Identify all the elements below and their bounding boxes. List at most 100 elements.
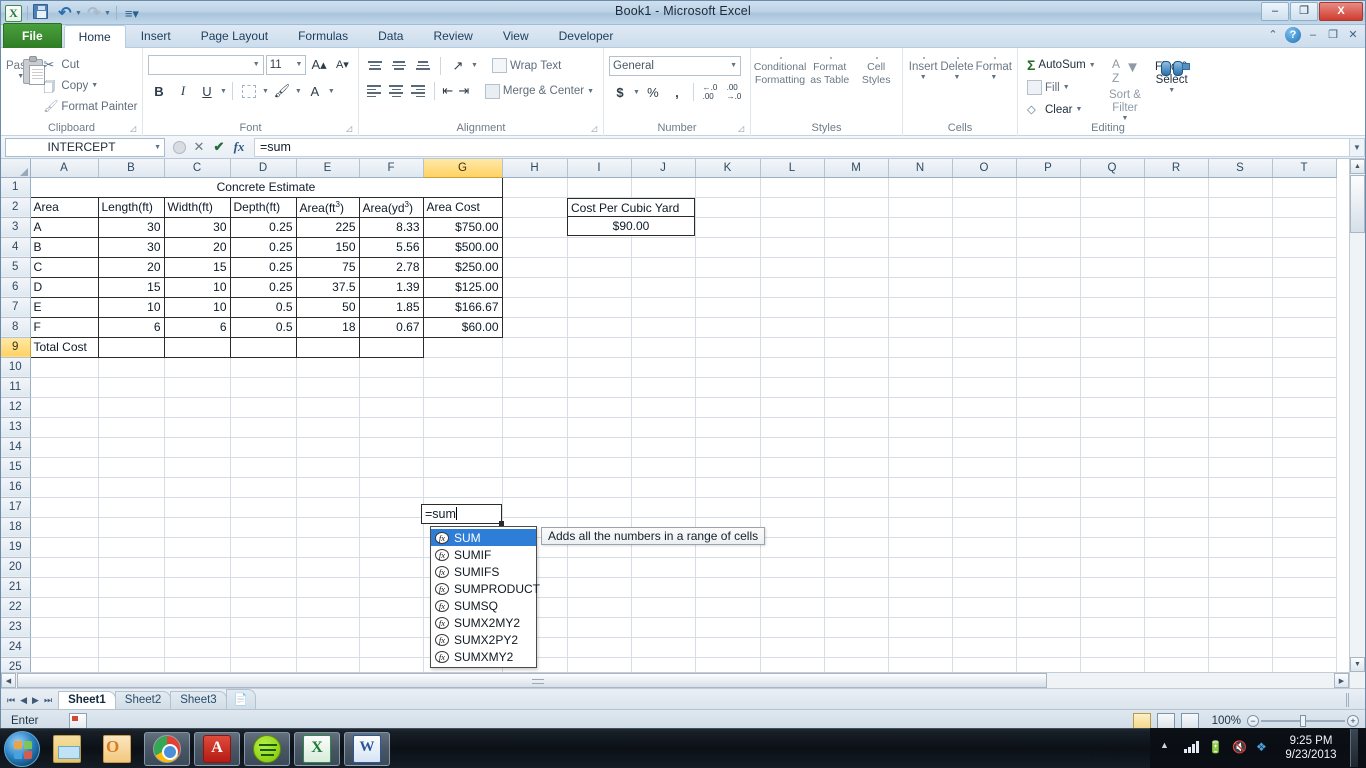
cell-S6[interactable] [1208,277,1272,297]
cell-S24[interactable] [1208,637,1272,657]
cell-H15[interactable] [502,457,567,477]
cell-B3[interactable]: 30 [98,217,164,237]
cell-S9[interactable] [1208,337,1272,357]
currency-dropdown-icon[interactable]: ▼ [633,89,640,96]
find-select-dropdown-icon[interactable]: ▼ [1168,87,1175,94]
cell-H12[interactable] [502,397,567,417]
cell-D19[interactable] [230,537,296,557]
cell-L4[interactable] [760,237,824,257]
cell-T13[interactable] [1272,417,1336,437]
cell-P15[interactable] [1016,457,1080,477]
cell-T9[interactable] [1272,337,1336,357]
cell-Q6[interactable] [1080,277,1144,297]
cell-D3[interactable]: 0.25 [230,217,296,237]
cell-I12[interactable] [567,397,631,417]
col-header-F[interactable]: F [359,159,423,177]
formula-autocomplete-dropdown[interactable]: fx SUM fx SUMIF fx SUMIFS fx SUMPRODUCT … [430,526,537,668]
cell-I21[interactable] [567,577,631,597]
row-header-23[interactable]: 23 [1,617,30,637]
help-icon[interactable]: ? [1285,27,1301,43]
cell-L14[interactable] [760,437,824,457]
cell-N18[interactable] [888,517,952,537]
cell-A4[interactable]: B [30,237,98,257]
cell-F10[interactable] [359,357,423,377]
cell-D7[interactable]: 0.5 [230,297,296,317]
cell-L10[interactable] [760,357,824,377]
cell-P7[interactable] [1016,297,1080,317]
restore-button[interactable]: ❐ [1290,2,1318,21]
align-bottom-icon[interactable] [412,55,434,77]
cell-C10[interactable] [164,357,230,377]
cell-T2[interactable] [1272,197,1336,217]
percent-button[interactable]: % [642,81,664,103]
align-middle-icon[interactable] [388,55,410,77]
cell-P23[interactable] [1016,617,1080,637]
cell-Q9[interactable] [1080,337,1144,357]
cell-T14[interactable] [1272,437,1336,457]
cell-F2[interactable]: Area(yd3) [359,197,423,217]
cell-C2[interactable]: Width(ft) [164,197,230,217]
cell-B7[interactable]: 10 [98,297,164,317]
workbook-minimize-icon[interactable]: – [1305,27,1321,43]
cell-K8[interactable] [695,317,760,337]
cell-E14[interactable] [296,437,359,457]
delete-dropdown-icon[interactable]: ▼ [953,74,960,81]
cell-Q5[interactable] [1080,257,1144,277]
cell-F22[interactable] [359,597,423,617]
cell-C14[interactable] [164,437,230,457]
insert-dropdown-icon[interactable]: ▼ [920,74,927,81]
fill-color-icon[interactable]: 🖌 [271,80,293,102]
cell-T5[interactable] [1272,257,1336,277]
cell-H4[interactable] [502,237,567,257]
cell-P16[interactable] [1016,477,1080,497]
cell-T23[interactable] [1272,617,1336,637]
cell-O5[interactable] [952,257,1016,277]
cell-G9-editing[interactable] [423,337,502,357]
cell-E9[interactable] [296,337,359,357]
cell-M7[interactable] [824,297,888,317]
autocomplete-item-sumsq[interactable]: fx SUMSQ [431,597,536,614]
cell-J4[interactable] [631,237,695,257]
cell-L16[interactable] [760,477,824,497]
cell-B22[interactable] [98,597,164,617]
cell-T1[interactable] [1272,177,1336,197]
next-sheet-icon[interactable]: ▶ [32,695,39,706]
cell-M3[interactable] [824,217,888,237]
cell-D8[interactable]: 0.5 [230,317,296,337]
tab-review[interactable]: Review [418,24,487,48]
cell-L18[interactable] [760,517,824,537]
cell-D21[interactable] [230,577,296,597]
cell-D12[interactable] [230,397,296,417]
cell-M4[interactable] [824,237,888,257]
cell-P20[interactable] [1016,557,1080,577]
cell-H2[interactable] [502,197,567,217]
cell-D23[interactable] [230,617,296,637]
cell-J14[interactable] [631,437,695,457]
cell-O22[interactable] [952,597,1016,617]
cell-N6[interactable] [888,277,952,297]
cell-Q23[interactable] [1080,617,1144,637]
cell-E5[interactable]: 75 [296,257,359,277]
cell-J22[interactable] [631,597,695,617]
cell-N11[interactable] [888,377,952,397]
cell-O1[interactable] [952,177,1016,197]
cell-H16[interactable] [502,477,567,497]
col-header-G[interactable]: G [423,159,502,177]
cell-M23[interactable] [824,617,888,637]
cell-H14[interactable] [502,437,567,457]
cell-P24[interactable] [1016,637,1080,657]
cell-R16[interactable] [1144,477,1208,497]
cell-J13[interactable] [631,417,695,437]
cell-P6[interactable] [1016,277,1080,297]
sheet-tab-sheet3[interactable]: Sheet3 [170,691,226,709]
orientation-icon[interactable]: ↗ [447,55,469,77]
volume-muted-icon[interactable]: 🔇 [1232,740,1248,756]
cell-A14[interactable] [30,437,98,457]
cell-H17[interactable] [502,497,567,517]
cell-A3[interactable]: A [30,217,98,237]
cell-styles-button[interactable]: Cell Styles [855,53,897,125]
cell-P12[interactable] [1016,397,1080,417]
cell-K5[interactable] [695,257,760,277]
cell-C5[interactable]: 15 [164,257,230,277]
taskbar-word[interactable] [344,732,390,766]
